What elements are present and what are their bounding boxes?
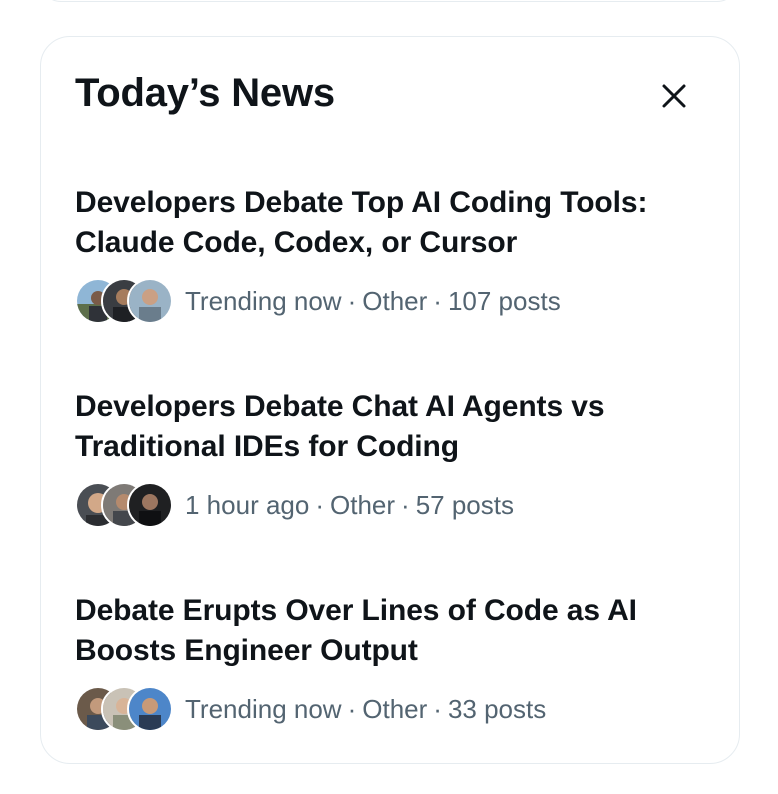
avatar-stack — [75, 278, 173, 324]
news-post-count: 107 posts — [447, 285, 561, 316]
meta-separator: · — [433, 285, 442, 316]
close-icon — [662, 84, 686, 108]
news-category: Other — [330, 489, 396, 520]
meta-separator: · — [433, 693, 442, 724]
news-post-count: 57 posts — [415, 489, 514, 520]
news-time: Trending now — [185, 285, 342, 316]
news-meta-row: 1 hour ago · Other · 57 posts — [75, 481, 695, 529]
news-headline-line: Boosts Engineer Output — [75, 634, 418, 667]
avatar-stack — [75, 686, 173, 732]
news-meta-row: Trending now · Other · 107 posts — [75, 277, 695, 325]
news-headline-line: Developers Debate Chat AI Agents vs — [75, 390, 605, 423]
news-time: 1 hour ago — [185, 489, 310, 520]
todays-news-panel: Today’s News Developers Debate Top AI Co… — [40, 36, 740, 764]
news-headline-line: Traditional IDEs for Coding — [75, 430, 459, 463]
avatar — [127, 278, 173, 324]
news-item[interactable]: Developers Debate Top AI Coding Tools: C… — [75, 183, 695, 325]
news-headline-line: Claude Code, Codex, or Cursor — [75, 226, 518, 259]
news-meta-row: Trending now · Other · 33 posts — [75, 685, 695, 733]
avatar — [127, 482, 173, 528]
panel-title: Today’s News — [75, 71, 335, 115]
news-meta: Trending now · Other · 107 posts — [185, 286, 561, 317]
meta-separator: · — [315, 489, 324, 520]
meta-separator: · — [347, 693, 357, 724]
previous-card-edge — [40, 0, 738, 2]
news-headline: Developers Debate Top AI Coding Tools: C… — [75, 183, 695, 263]
news-item[interactable]: Developers Debate Chat AI Agents vs Trad… — [75, 387, 695, 529]
news-category: Other — [362, 693, 428, 724]
news-headline-line: Debate Erupts Over Lines of Code as AI — [75, 594, 637, 627]
news-time: Trending now — [185, 693, 342, 724]
meta-separator: · — [347, 285, 357, 316]
news-headline-line: Developers Debate Top AI Coding Tools: — [75, 186, 648, 219]
news-meta: Trending now · Other · 33 posts — [185, 694, 546, 725]
news-category: Other — [362, 285, 428, 316]
meta-separator: · — [401, 489, 410, 520]
avatar-stack — [75, 482, 173, 528]
news-meta: 1 hour ago · Other · 57 posts — [185, 490, 514, 521]
avatar — [127, 686, 173, 732]
news-headline: Debate Erupts Over Lines of Code as AI B… — [75, 591, 695, 671]
news-headline: Developers Debate Chat AI Agents vs Trad… — [75, 387, 695, 467]
close-button[interactable] — [653, 75, 695, 117]
news-post-count: 33 posts — [447, 693, 547, 724]
news-item[interactable]: Debate Erupts Over Lines of Code as AI B… — [75, 591, 695, 733]
